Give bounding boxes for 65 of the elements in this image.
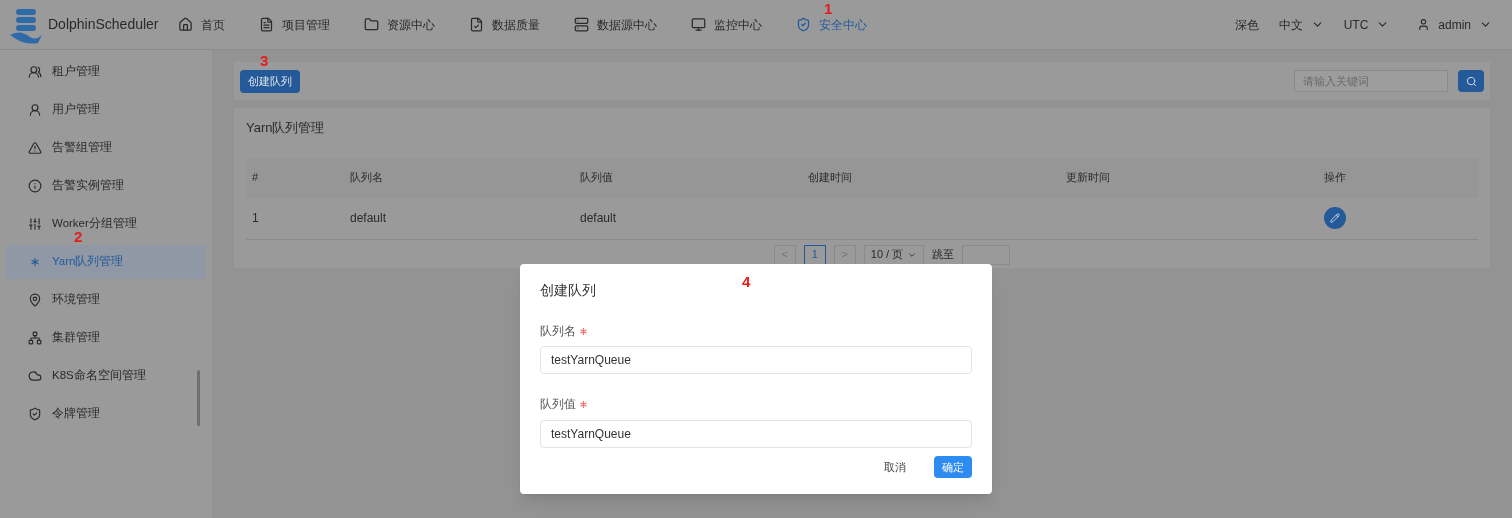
text-field[interactable]: testYarnQueue <box>540 346 972 375</box>
server-icon <box>574 17 589 32</box>
sidebar-item[interactable]: 环境管理 <box>6 283 206 317</box>
sidebar-item[interactable]: K8S命名空间管理 <box>6 359 206 393</box>
jump-label: 跳至 <box>932 247 955 263</box>
home-icon <box>178 17 193 32</box>
create-queue-button[interactable]: 创建队列 <box>240 69 300 93</box>
pencil-icon <box>1330 213 1340 223</box>
sidebar-item[interactable]: 用户管理 <box>6 93 206 127</box>
text-field[interactable]: testYarnQueue <box>540 419 972 448</box>
column-header: 操作 <box>1324 170 1347 186</box>
asterisk-icon <box>28 255 42 269</box>
scrollbar[interactable] <box>197 370 200 426</box>
column-header: 队列值 <box>580 170 614 186</box>
nav-tab[interactable]: 资源中心 <box>364 15 435 34</box>
cloud-icon <box>28 369 42 383</box>
annotation-number: 4 <box>742 274 751 289</box>
user-menu[interactable]: admin <box>1417 15 1492 34</box>
sidebar-item[interactable]: 告警组管理 <box>6 131 206 165</box>
sidebar-item[interactable]: 集群管理 <box>6 321 206 355</box>
document-icon <box>469 17 484 32</box>
dialog-title: 创建队列 <box>540 281 596 300</box>
info-icon <box>28 179 42 193</box>
list-icon <box>259 17 274 32</box>
warning-icon <box>28 141 42 155</box>
card-title: Yarn队列管理 <box>246 119 326 137</box>
nav-tab[interactable]: 数据源中心 <box>574 15 657 34</box>
users-icon <box>28 65 42 79</box>
shield-icon <box>28 407 42 421</box>
search-button[interactable] <box>1458 70 1484 92</box>
field-label: 队列名 <box>540 324 576 339</box>
sidebar-item[interactable]: 令牌管理 <box>6 397 206 431</box>
language-select[interactable]: 中文 <box>1278 15 1324 34</box>
column-header: # <box>251 170 260 186</box>
nav-tab[interactable]: 项目管理 <box>259 15 330 34</box>
confirm-button[interactable]: 确定 <box>934 456 972 478</box>
table-cell-text: default <box>580 210 618 227</box>
table-cell-text: default <box>350 210 388 227</box>
column-header: 更新时间 <box>1066 170 1111 186</box>
sidebar-item[interactable]: 告警实例管理 <box>6 169 206 203</box>
annotation-number: 3 <box>260 53 269 68</box>
logo-text: DolphinScheduler <box>48 15 159 34</box>
column-header: 队列名 <box>350 170 384 186</box>
sliders-icon <box>28 217 42 231</box>
monitor-icon <box>691 17 706 32</box>
sidebar-item[interactable]: 租户管理 <box>6 55 206 89</box>
theme-toggle[interactable]: 深色 <box>1234 15 1259 34</box>
user-icon <box>1417 18 1431 31</box>
annotation-number: 1 <box>824 0 833 16</box>
location-pin-icon <box>28 293 42 307</box>
annotation-number: 2 <box>74 229 83 244</box>
shield-icon <box>796 17 811 32</box>
timezone-select[interactable]: UTC <box>1343 15 1390 34</box>
nav-tab[interactable]: 监控中心 <box>691 15 762 34</box>
user-icon <box>28 103 42 117</box>
search-icon <box>1465 75 1477 87</box>
network-icon <box>28 331 42 345</box>
table-cell-text: 1 <box>251 210 260 227</box>
folder-icon <box>364 17 379 32</box>
cancel-button[interactable]: 取消 <box>876 456 914 478</box>
nav-tab[interactable]: 数据质量 <box>469 15 540 34</box>
field-label: 队列值 <box>540 397 576 413</box>
nav-tab[interactable]: 首页 <box>178 15 225 34</box>
edit-button[interactable] <box>1324 207 1346 229</box>
column-header: 创建时间 <box>808 170 853 186</box>
